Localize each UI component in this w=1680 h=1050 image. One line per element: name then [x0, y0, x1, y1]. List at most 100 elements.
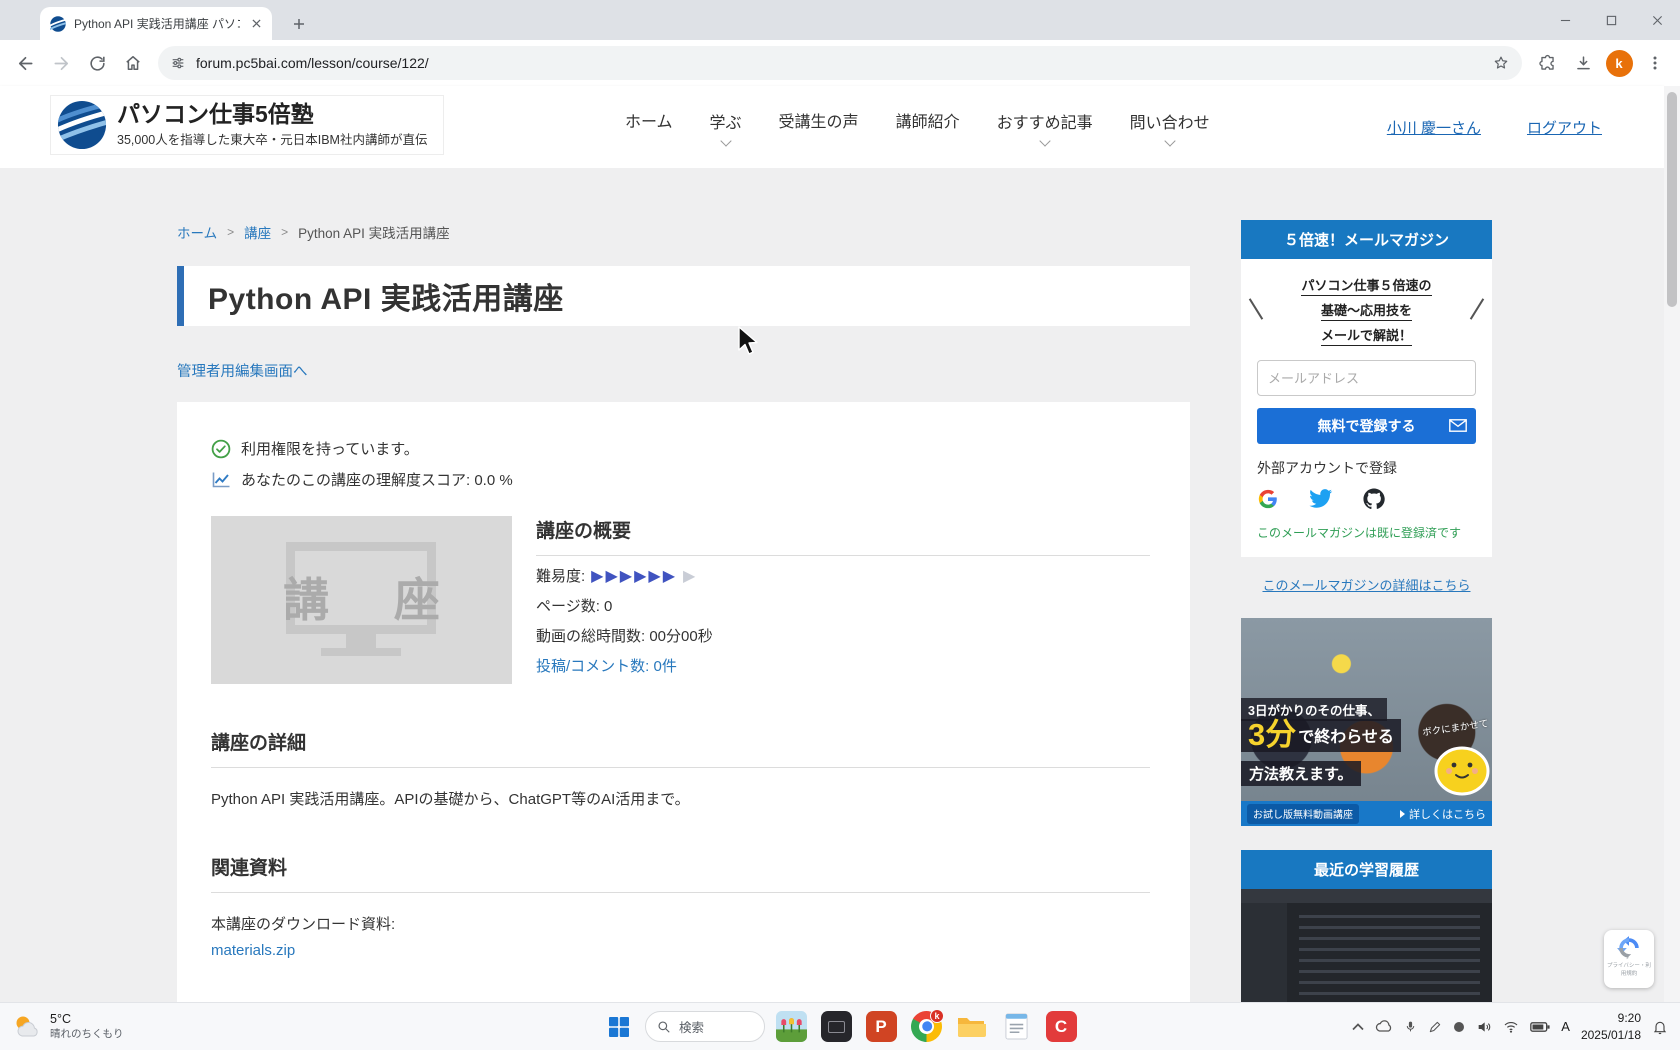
- chrome-icon[interactable]: k: [907, 1008, 945, 1046]
- nav-item-home[interactable]: ホーム: [625, 108, 673, 146]
- tab-close-icon[interactable]: [248, 16, 264, 32]
- admin-edit-link[interactable]: 管理者用編集画面へ: [177, 360, 308, 381]
- newsletter-title: ５倍速！メールマガジン: [1241, 220, 1492, 259]
- ime-indicator[interactable]: A: [1561, 1019, 1570, 1034]
- history-thumbnail[interactable]: [1241, 889, 1492, 1002]
- course-content-card: 利用権限を持っています。 あなたのこの講座の理解度スコア: 0.0 % 講 座 …: [177, 402, 1190, 1002]
- main-nav: ホーム 学ぶ 受講生の声 講師紹介 おすすめ記事 問い合わせ: [625, 86, 1210, 168]
- tab-favicon-icon: [50, 16, 66, 32]
- newsletter-details-link[interactable]: このメールマガジンの詳細はこちら: [1241, 575, 1492, 594]
- start-button[interactable]: [600, 1008, 638, 1046]
- notification-bell-icon[interactable]: [1652, 1019, 1668, 1035]
- newsletter-line3: メールで解説！: [1321, 325, 1412, 346]
- ad-banner[interactable]: 3日がかりのその仕事、 3分 で終わらせる 方法教えます。 ボクにまかせて お試…: [1241, 618, 1492, 826]
- window-close-icon[interactable]: [1634, 0, 1680, 40]
- recaptcha-icon: [1616, 935, 1642, 961]
- site-subtitle: 35,000人を指導した東大卒・元日本IBM社内講師が直伝: [117, 129, 427, 148]
- site-logo[interactable]: パソコン仕事5倍塾 35,000人を指導した東大卒・元日本IBM社内講師が直伝: [50, 95, 444, 155]
- nav-item-learn[interactable]: 学ぶ: [710, 109, 742, 145]
- nav-item-articles[interactable]: おすすめ記事: [997, 109, 1093, 145]
- social-login-icons: [1257, 488, 1476, 510]
- browser-menu-icon[interactable]: [1638, 46, 1672, 80]
- permission-row: 利用権限を持っています。: [211, 438, 1150, 459]
- details-text: Python API 実践活用講座。APIの基礎から、ChatGPT等のAI活用…: [211, 788, 1150, 809]
- register-button[interactable]: 無料で登録する: [1257, 408, 1476, 444]
- ad-bottom-bar: お試し版無料動画講座 詳しくはこちら: [1241, 801, 1492, 826]
- scrollbar-thumb[interactable]: [1667, 92, 1677, 307]
- site-info-icon[interactable]: [170, 55, 186, 71]
- nav-label: 問い合わせ: [1130, 109, 1210, 133]
- bookmark-star-icon[interactable]: [1492, 54, 1510, 72]
- nav-item-instructors[interactable]: 講師紹介: [896, 108, 960, 146]
- browser-window: Python API 実践活用講座 パソコ: [0, 0, 1680, 1050]
- comments-link[interactable]: 投稿/コメント数: 0件: [536, 655, 1150, 676]
- page-scrollbar[interactable]: [1664, 86, 1680, 1002]
- breadcrumb-home-link[interactable]: ホーム: [177, 222, 217, 242]
- github-icon[interactable]: [1363, 488, 1385, 510]
- address-bar[interactable]: forum.pc5bai.com/lesson/course/122/: [158, 46, 1522, 80]
- window-minimize-icon[interactable]: [1542, 0, 1588, 40]
- email-field[interactable]: [1257, 360, 1476, 396]
- notepad-icon[interactable]: [997, 1008, 1035, 1046]
- home-button[interactable]: [116, 46, 150, 80]
- battery-icon[interactable]: [1530, 1021, 1550, 1033]
- tab-strip: Python API 実践活用講座 パソコ: [0, 0, 1680, 40]
- browser-toolbar: forum.pc5bai.com/lesson/course/122/ k: [0, 40, 1680, 86]
- back-button[interactable]: [8, 46, 42, 80]
- user-name-link[interactable]: 小川 慶一さん: [1387, 117, 1481, 138]
- tray-cloud-icon[interactable]: [1375, 1020, 1393, 1033]
- breadcrumb-separator: >: [281, 225, 288, 239]
- browser-tab[interactable]: Python API 実践活用講座 パソコ: [40, 7, 272, 40]
- taskbar-search[interactable]: 検索: [645, 1011, 765, 1042]
- mouse-cursor: [737, 326, 759, 361]
- volume-icon[interactable]: [1476, 1019, 1492, 1035]
- page-title: Python API 実践活用講座: [208, 274, 564, 318]
- window-maximize-icon[interactable]: [1588, 0, 1634, 40]
- forward-button[interactable]: [44, 46, 78, 80]
- file-explorer-icon[interactable]: [952, 1008, 990, 1046]
- taskbar-center: 検索 P k C: [600, 1008, 1080, 1046]
- course-overview-section: 講 座 講座の概要 難易度: ▶▶▶▶▶▶ ▶ ページ数: 0 動画の総時間数:…: [211, 516, 1150, 684]
- overview-column: 講座の概要 難易度: ▶▶▶▶▶▶ ▶ ページ数: 0 動画の総時間数: 00分…: [536, 516, 1150, 684]
- logout-link[interactable]: ログアウト: [1527, 117, 1602, 138]
- tray-pen-icon[interactable]: [1428, 1020, 1442, 1034]
- chevron-down-icon: [1039, 135, 1050, 146]
- twitter-icon[interactable]: [1309, 489, 1333, 509]
- ad-line2: 3分 で終わらせる: [1241, 719, 1401, 752]
- google-icon[interactable]: [1257, 488, 1279, 510]
- materials-zip-link[interactable]: materials.zip: [211, 942, 1150, 959]
- window-controls: [1542, 0, 1680, 40]
- powerpoint-icon[interactable]: P: [862, 1008, 900, 1046]
- score-row: あなたのこの講座の理解度スコア: 0.0 %: [211, 469, 1150, 490]
- nav-item-contact[interactable]: 問い合わせ: [1130, 109, 1210, 145]
- new-tab-button[interactable]: [286, 11, 312, 37]
- extensions-icon[interactable]: [1530, 46, 1564, 80]
- newsletter-line2: 基礎〜応用技を: [1321, 300, 1412, 321]
- nav-item-voices[interactable]: 受講生の声: [779, 108, 859, 146]
- ad-cta[interactable]: 詳しくはこちら: [1400, 806, 1486, 822]
- materials-heading: 関連資料: [211, 853, 1150, 893]
- mascot-character-icon: [1430, 737, 1492, 802]
- ad-bubble-text: ボクにまかせて: [1422, 715, 1490, 738]
- clock-time: 9:20: [1618, 1011, 1641, 1025]
- tray-mic-icon[interactable]: [1404, 1019, 1417, 1034]
- system-tray: A 9:20 2025/01/18: [1352, 1010, 1680, 1042]
- dark-app-icon[interactable]: [817, 1008, 855, 1046]
- breadcrumb-courses-link[interactable]: 講座: [244, 222, 271, 242]
- newsletter-line1: パソコン仕事５倍速の: [1301, 275, 1431, 296]
- difficulty-filled-arrows: ▶▶▶▶▶▶: [591, 566, 677, 586]
- taskbar-clock[interactable]: 9:20 2025/01/18: [1581, 1010, 1641, 1042]
- tray-status-dot-icon[interactable]: [1453, 1021, 1465, 1033]
- recaptcha-badge[interactable]: プライバシー・利用規約: [1604, 930, 1654, 988]
- difficulty-label: 難易度:: [536, 565, 585, 586]
- chevron-down-icon: [1164, 135, 1175, 146]
- tray-chevron-up-icon[interactable]: [1352, 1023, 1364, 1031]
- reload-button[interactable]: [80, 46, 114, 80]
- red-c-app-icon[interactable]: C: [1042, 1008, 1080, 1046]
- register-button-label: 無料で登録する: [1318, 418, 1416, 434]
- wifi-icon[interactable]: [1503, 1020, 1519, 1034]
- widgets-flowers-icon[interactable]: [772, 1008, 810, 1046]
- profile-avatar[interactable]: k: [1602, 46, 1636, 80]
- weather-widget[interactable]: 5°C 晴れのちくもり: [0, 1012, 230, 1041]
- downloads-icon[interactable]: [1566, 46, 1600, 80]
